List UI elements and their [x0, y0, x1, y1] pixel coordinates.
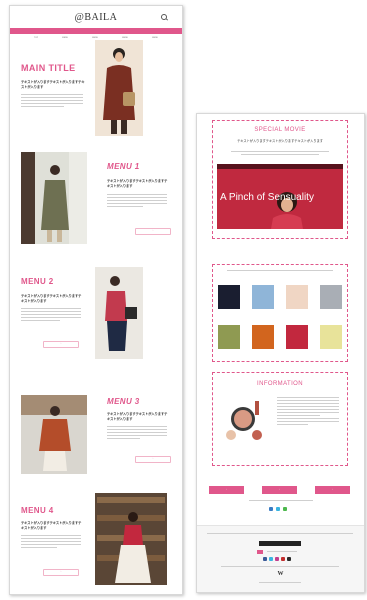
site-logo[interactable]: @BAILA [10, 12, 182, 23]
menu4-illustration [95, 493, 167, 585]
button-label: › [60, 571, 62, 573]
menu3-photo [21, 395, 87, 474]
left-page: @BAILA TOP MENU MENU MENU MENU MAIN TITL… [9, 5, 183, 595]
menu2-lead-text: テキストが入りますテキストが入りますテキストが入ります [21, 294, 82, 303]
menu4-more-button[interactable]: › [43, 569, 79, 576]
video-title: A Pinch of Sensuality [220, 192, 314, 203]
main-photo [95, 40, 143, 136]
special-movie-lead: テキストが入りますテキストが入りますテキストが入ります [237, 139, 323, 143]
link-button-2[interactable]: › [262, 486, 297, 494]
main-title: MAIN TITLE [21, 63, 76, 73]
social-icon[interactable] [269, 557, 273, 561]
body-text-placeholder [277, 397, 339, 427]
menu3-lead-text: テキストが入りますテキストが入りますテキストが入ります [107, 412, 168, 421]
button-arrow: › [279, 489, 280, 491]
menu2-photo [95, 267, 143, 359]
button-label: › [60, 343, 62, 345]
subnav-item[interactable]: TOP [34, 36, 38, 40]
product-grid [216, 279, 344, 359]
button-label: › [152, 230, 154, 232]
social-icon[interactable] [276, 507, 280, 511]
menu3-more-button[interactable]: › [135, 456, 171, 463]
share-text-placeholder [249, 500, 313, 503]
menu1-lead-text: テキストが入りますテキストが入りますテキストが入ります [107, 179, 168, 188]
footer-logo-mark [257, 550, 263, 554]
social-icon[interactable] [263, 557, 267, 561]
special-movie-title: SPECIAL MOVIE [254, 127, 306, 133]
video-player[interactable]: A Pinch of Sensuality [217, 164, 343, 229]
menu2-illustration [95, 267, 143, 359]
products-section [212, 264, 348, 362]
body-text-placeholder [227, 270, 333, 273]
site-footer: W [197, 525, 364, 592]
subnav-item[interactable]: MENU [152, 36, 158, 40]
footer-brand-mark: W [277, 571, 284, 577]
footer-logos-placeholder [267, 551, 297, 554]
cosmetics-illustration [226, 401, 262, 440]
model-illustration [95, 40, 143, 136]
information-section: INFORMATION [212, 372, 348, 466]
button-arrow: › [226, 489, 227, 491]
header-bar [10, 28, 182, 34]
body-text-placeholder [107, 426, 167, 441]
button-arrow: › [332, 489, 333, 491]
information-title: INFORMATION [257, 381, 303, 387]
menu4-title: MENU 4 [21, 506, 54, 515]
menu4-photo [95, 493, 167, 585]
subnav-item[interactable]: MENU [62, 36, 68, 40]
copyright-placeholder [259, 582, 301, 585]
menu3-illustration [21, 395, 87, 474]
menu1-title: MENU 1 [107, 162, 140, 171]
body-text-placeholder [231, 151, 329, 157]
menu1-more-button[interactable]: › [135, 228, 171, 235]
social-icon[interactable] [283, 507, 287, 511]
social-icon[interactable] [281, 557, 285, 561]
link-button-3[interactable]: › [315, 486, 350, 494]
link-button-1[interactable]: › [209, 486, 244, 494]
menu1-illustration [21, 152, 87, 244]
right-page: SPECIAL MOVIE テキストが入りますテキストが入りますテキストが入りま… [196, 113, 365, 593]
body-text-placeholder [21, 94, 83, 109]
menu3-title: MENU 3 [107, 397, 140, 406]
information-photo [221, 395, 269, 443]
body-text-placeholder [107, 194, 167, 209]
search-icon[interactable] [161, 14, 167, 20]
menu1-photo [21, 152, 87, 244]
special-movie-section: SPECIAL MOVIE テキストが入りますテキストが入りますテキストが入りま… [212, 120, 348, 239]
menu2-title: MENU 2 [21, 277, 54, 286]
social-icon[interactable] [287, 557, 291, 561]
product-items [218, 285, 342, 349]
menu2-more-button[interactable]: › [43, 341, 79, 348]
main-lead-text: テキストが入りますテキストが入りますテキストが入ります [21, 80, 85, 89]
footer-links-placeholder [221, 566, 339, 569]
menu4-lead-text: テキストが入りますテキストが入りますテキストが入ります [21, 521, 82, 530]
button-label: › [152, 458, 154, 460]
social-icon[interactable] [269, 507, 273, 511]
footer-banner[interactable] [259, 541, 301, 546]
footer-nav-placeholder [207, 533, 353, 536]
social-icon[interactable] [275, 557, 279, 561]
body-text-placeholder [21, 308, 81, 323]
body-text-placeholder [21, 535, 81, 550]
